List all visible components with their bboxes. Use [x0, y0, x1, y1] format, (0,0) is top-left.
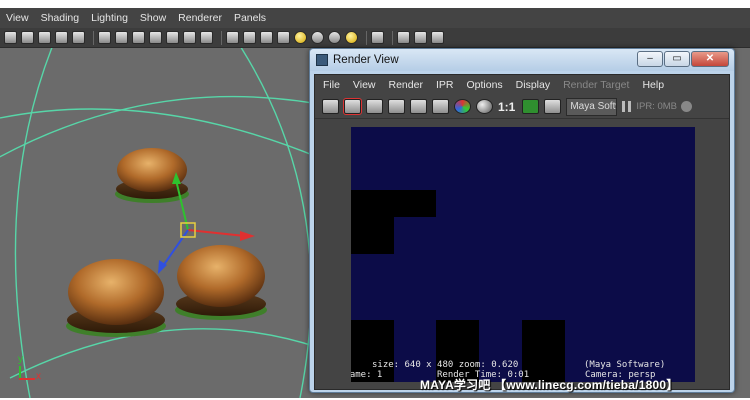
render-view-toolbar: 1:1 Maya Software IPR: 0MB: [315, 95, 729, 119]
axis-label-x: x: [36, 371, 41, 382]
menu-renderer[interactable]: Renderer: [178, 12, 222, 24]
frame-info: Frame: 1: [351, 370, 383, 380]
display-alpha-channel-icon[interactable]: [476, 99, 493, 114]
isolate-select-icon[interactable]: [371, 31, 384, 44]
real-size-button[interactable]: 1:1: [498, 100, 515, 114]
close-button[interactable]: ✕: [691, 51, 729, 67]
axis-label-y: y: [18, 354, 23, 365]
toolbar-separator: [392, 30, 393, 45]
gate-mask-icon[interactable]: [149, 31, 162, 44]
x-ray-icon[interactable]: [397, 31, 410, 44]
refresh-ipr-icon[interactable]: [410, 99, 427, 114]
minimize-button[interactable]: ‒: [637, 51, 663, 67]
toolbar-separator: [221, 30, 222, 45]
menu-panels[interactable]: Panels: [234, 12, 266, 24]
render-view-app-icon: [316, 54, 328, 66]
guide-curve: [9, 328, 321, 379]
bookmarks-icon[interactable]: [38, 31, 51, 44]
ambient-occlusion-icon[interactable]: [328, 31, 341, 44]
render-region-icon[interactable]: [343, 98, 362, 115]
default-light-icon[interactable]: [345, 31, 358, 44]
rv-menu-file[interactable]: File: [323, 79, 340, 91]
rv-menu-options[interactable]: Options: [466, 79, 502, 91]
light-guides: [0, 48, 341, 398]
rv-menu-display[interactable]: Display: [516, 79, 550, 91]
stop-render-icon[interactable]: [681, 101, 692, 112]
render-sequence-icon[interactable]: [432, 99, 449, 114]
render-view-title: Render View: [333, 54, 399, 66]
x-ray-joints-icon[interactable]: [431, 31, 444, 44]
burger-model[interactable]: [115, 148, 189, 203]
film-gate-icon[interactable]: [115, 31, 128, 44]
menu-view[interactable]: View: [6, 12, 29, 24]
display-rgb-channels-icon[interactable]: [454, 99, 471, 114]
burger-model[interactable]: [66, 259, 166, 337]
toolbar-separator: [93, 30, 94, 45]
ipr-render-icon[interactable]: [388, 99, 405, 114]
render-bucket: [351, 190, 436, 217]
burger-model[interactable]: [175, 245, 267, 320]
axis-indicator: y x: [14, 354, 44, 386]
rv-menu-render[interactable]: Render: [389, 79, 423, 91]
camera-attributes-icon[interactable]: [21, 31, 34, 44]
render-size-info: size: 640 x 480 zoom: 0.620: [372, 360, 519, 370]
smooth-shade-icon[interactable]: [243, 31, 256, 44]
menu-lighting[interactable]: Lighting: [91, 12, 128, 24]
render-view-title-bar[interactable]: Render View ‒ ▭ ✕: [310, 49, 734, 71]
rendered-image[interactable]: size: 640 x 480 zoom: 0.620 (Maya Softwa…: [351, 127, 695, 382]
grid-icon[interactable]: [98, 31, 111, 44]
safe-title-icon[interactable]: [200, 31, 213, 44]
pause-icon[interactable]: [622, 101, 632, 112]
rv-menu-help[interactable]: Help: [642, 79, 664, 91]
toolbar-separator: [366, 30, 367, 45]
textured-icon[interactable]: [277, 31, 290, 44]
guide-curve: [14, 48, 53, 398]
redo-previous-render-icon[interactable]: [322, 99, 339, 114]
image-plane-icon[interactable]: [55, 31, 68, 44]
renderer-info: (Maya Software): [584, 360, 666, 370]
field-chart-icon[interactable]: [166, 31, 179, 44]
ipr-memory-label: IPR: 0MB: [636, 101, 677, 112]
watermark-text: MAYA学习吧 【www.linecg.com/tieba/1800】: [420, 378, 679, 392]
snapshot-icon[interactable]: [366, 99, 383, 114]
menu-show[interactable]: Show: [140, 12, 166, 24]
wireframe-on-shaded-icon[interactable]: [260, 31, 273, 44]
render-view-menu-bar: File View Render IPR Options Display Ren…: [315, 75, 729, 95]
viewport-toolbar: [0, 28, 750, 48]
x-ray-active-icon[interactable]: [414, 31, 427, 44]
rv-menu-render-target: Render Target: [563, 79, 630, 91]
rv-menu-ipr[interactable]: IPR: [436, 79, 454, 91]
resolution-gate-icon[interactable]: [132, 31, 145, 44]
render-view-window: Render View ‒ ▭ ✕ File View Render IPR O…: [309, 48, 735, 393]
viewport-menu-bar: View Shading Lighting Show Renderer Pane…: [0, 8, 750, 28]
use-all-lights-icon[interactable]: [294, 31, 307, 44]
keep-image-icon[interactable]: [522, 99, 540, 114]
two-d-pan-icon[interactable]: [72, 31, 85, 44]
select-camera-icon[interactable]: [4, 31, 17, 44]
rv-menu-view[interactable]: View: [353, 79, 376, 91]
renderer-dropdown[interactable]: Maya Software: [566, 97, 618, 116]
wireframe-icon[interactable]: [226, 31, 239, 44]
remove-image-icon[interactable]: [544, 99, 562, 114]
maya-window: View Shading Lighting Show Renderer Pane…: [0, 8, 750, 398]
safe-action-icon[interactable]: [183, 31, 196, 44]
render-bucket: [351, 217, 394, 254]
shadows-icon[interactable]: [311, 31, 324, 44]
render-view-panel: File View Render IPR Options Display Ren…: [314, 74, 730, 390]
maximize-button[interactable]: ▭: [664, 51, 690, 67]
menu-shading[interactable]: Shading: [41, 12, 80, 24]
